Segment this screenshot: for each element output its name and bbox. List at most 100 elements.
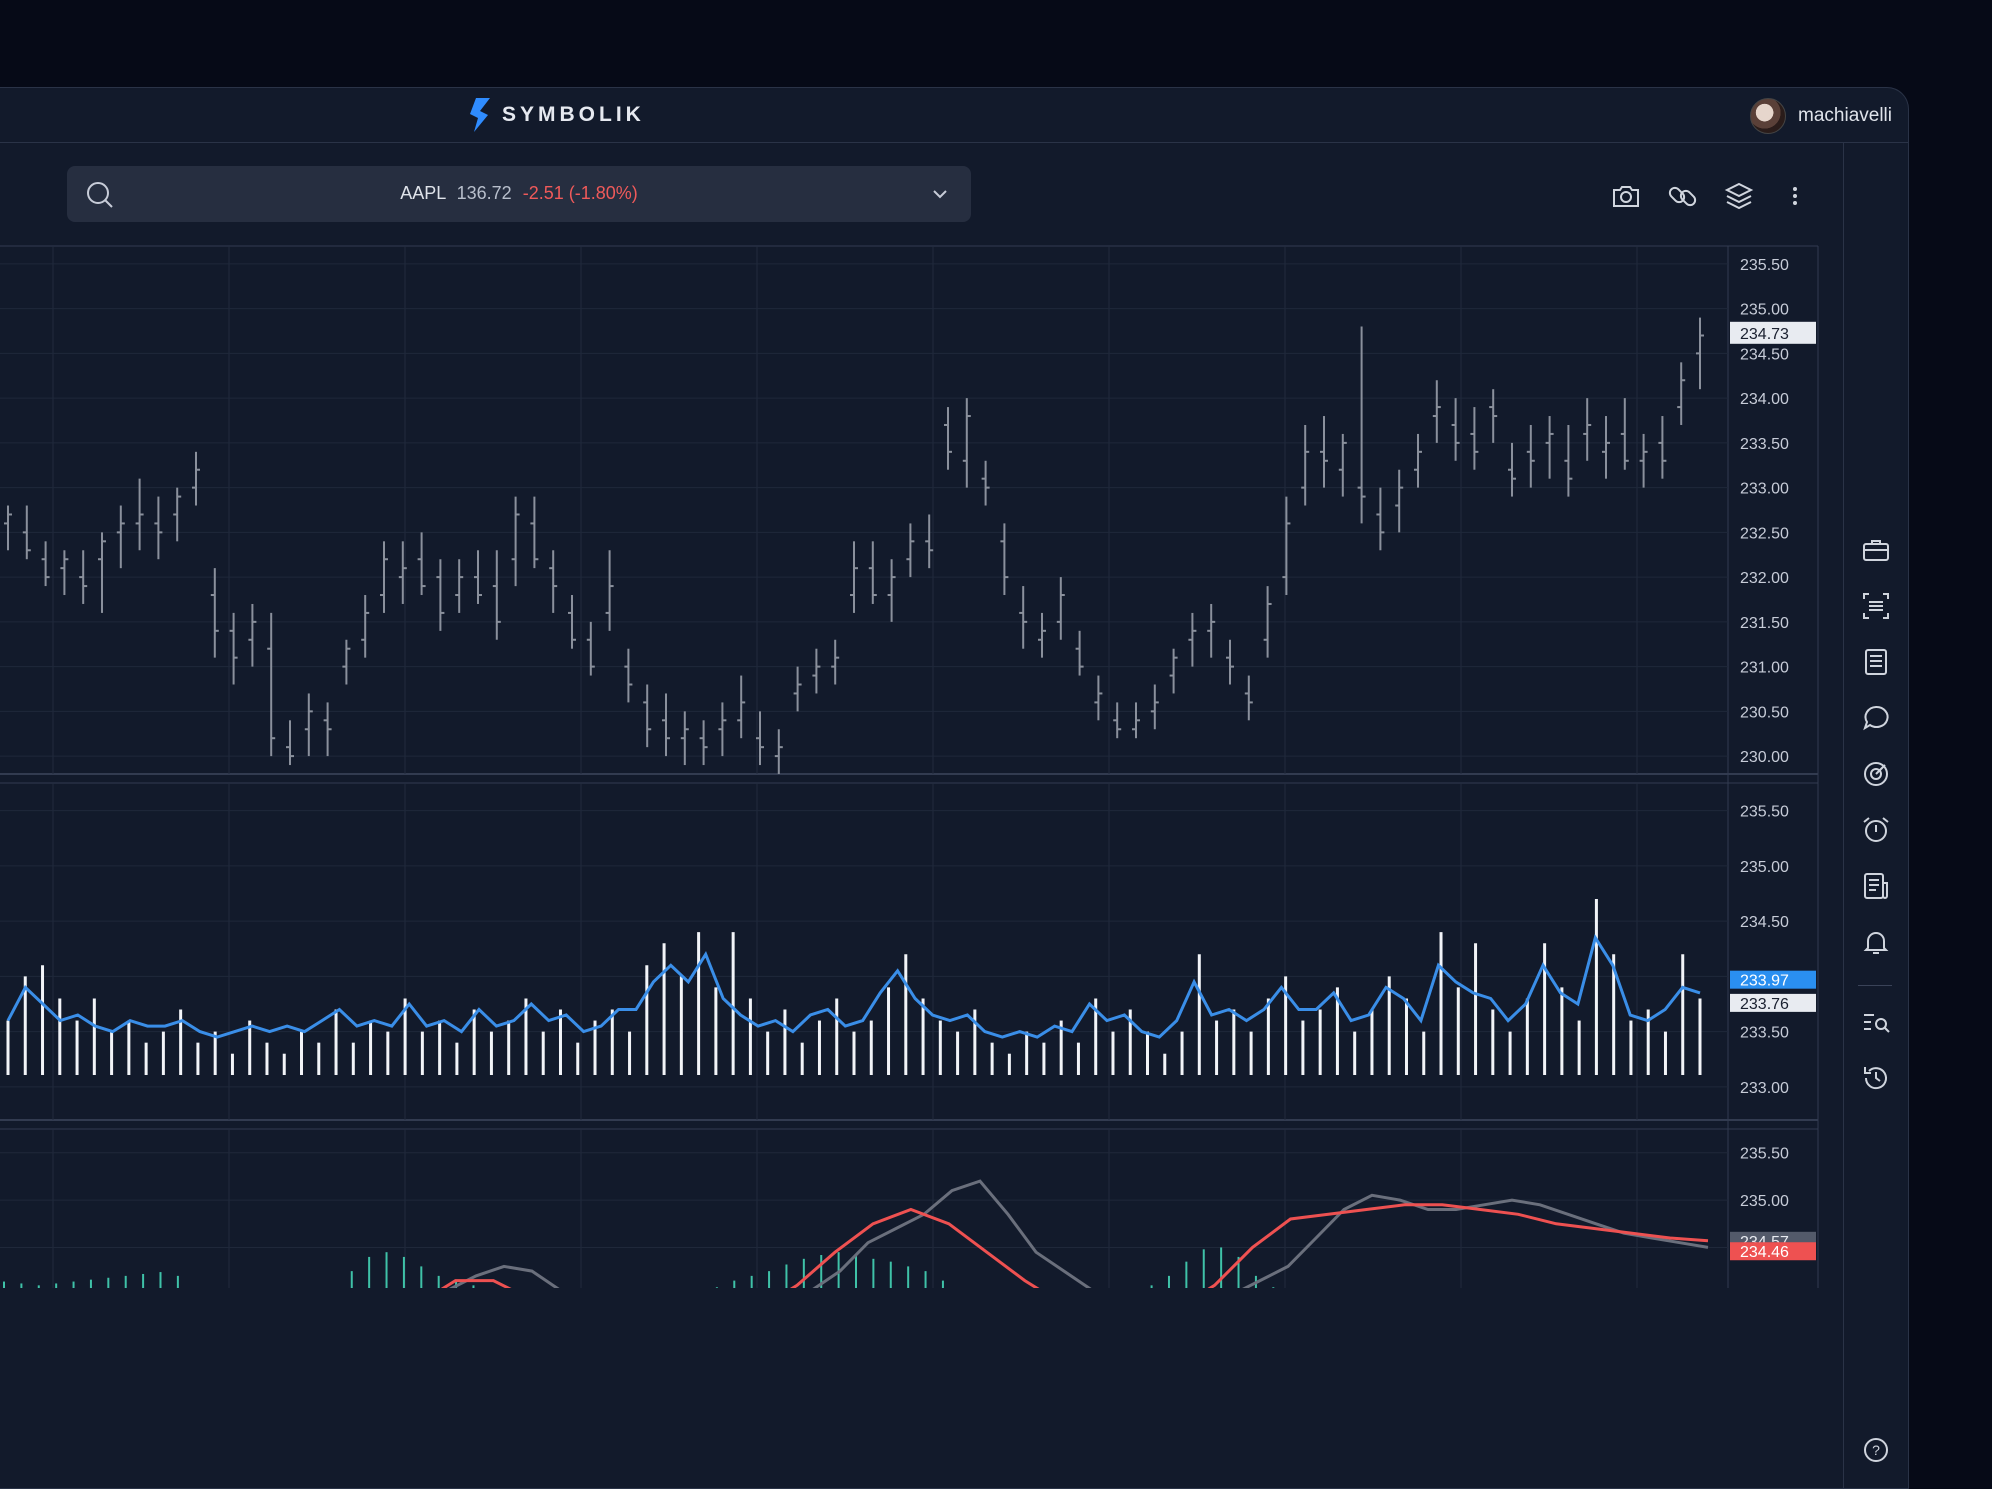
news-button[interactable] xyxy=(1858,868,1894,904)
search-list-button[interactable] xyxy=(1858,1004,1894,1040)
ohlc-bar[interactable] xyxy=(925,514,933,568)
ohlc-bar[interactable] xyxy=(869,541,877,604)
ohlc-bar[interactable] xyxy=(1188,613,1196,667)
ohlc-bar[interactable] xyxy=(117,506,125,569)
ohlc-bar[interactable] xyxy=(361,595,369,658)
ohlc-bar[interactable] xyxy=(643,685,651,748)
help-button[interactable]: ? xyxy=(1858,1432,1894,1468)
history-icon xyxy=(1861,1063,1891,1093)
ohlc-bar[interactable] xyxy=(436,559,444,631)
watchlist-button[interactable] xyxy=(1858,644,1894,680)
ohlc-bar[interactable] xyxy=(718,702,726,756)
ohlc-bar[interactable] xyxy=(1170,649,1178,694)
alarm-button[interactable] xyxy=(1858,812,1894,848)
ohlc-bar[interactable] xyxy=(399,541,407,604)
portfolio-button[interactable] xyxy=(1858,532,1894,568)
scanner-button[interactable] xyxy=(1858,588,1894,624)
ohlc-bar[interactable] xyxy=(98,532,106,613)
ohlc-bar[interactable] xyxy=(982,461,990,506)
ohlc-bar[interactable] xyxy=(1564,425,1572,497)
ohlc-bar[interactable] xyxy=(1414,434,1422,488)
ohlc-bar[interactable] xyxy=(1640,434,1648,488)
ohlc-bar[interactable] xyxy=(211,568,219,657)
ohlc-bar[interactable] xyxy=(4,506,12,551)
ohlc-bar[interactable] xyxy=(230,613,238,685)
target-button[interactable] xyxy=(1858,756,1894,792)
ohlc-bar[interactable] xyxy=(681,711,689,765)
ohlc-bar[interactable] xyxy=(1094,676,1102,721)
ohlc-bar[interactable] xyxy=(1489,389,1497,443)
ohlc-bar[interactable] xyxy=(1132,702,1140,738)
ohlc-bar[interactable] xyxy=(1583,398,1591,461)
ohlc-bar[interactable] xyxy=(1151,685,1159,730)
ohlc-bar[interactable] xyxy=(1113,702,1121,738)
ohlc-bar[interactable] xyxy=(1376,488,1384,551)
ohlc-bar[interactable] xyxy=(1621,398,1629,470)
ohlc-bar[interactable] xyxy=(342,640,350,685)
ohlc-bar[interactable] xyxy=(305,693,313,756)
ohlc-bar[interactable] xyxy=(1320,416,1328,488)
ohlc-bar[interactable] xyxy=(1658,416,1666,479)
bell-icon xyxy=(1861,927,1891,957)
ohlc-bar[interactable] xyxy=(455,559,463,613)
ohlc-bar[interactable] xyxy=(324,702,332,756)
ohlc-bar[interactable] xyxy=(737,676,745,739)
ohlc-bar[interactable] xyxy=(1433,380,1441,443)
ohlc-bar[interactable] xyxy=(812,649,820,694)
ohlc-bar[interactable] xyxy=(136,479,144,551)
ohlc-bar[interactable] xyxy=(831,640,839,685)
ohlc-bar[interactable] xyxy=(1470,407,1478,470)
ohlc-bar[interactable] xyxy=(906,523,914,577)
ohlc-bar[interactable] xyxy=(1602,416,1610,479)
ohlc-bar[interactable] xyxy=(794,667,802,712)
ohlc-bar[interactable] xyxy=(1546,416,1554,479)
document-icon xyxy=(1861,871,1891,901)
ohlc-bar[interactable] xyxy=(624,649,632,703)
ohlc-bar[interactable] xyxy=(267,613,275,756)
ohlc-bar[interactable] xyxy=(173,488,181,542)
ohlc-bar[interactable] xyxy=(42,541,50,586)
ohlc-bar[interactable] xyxy=(286,720,294,765)
y-axis-label: 234.50 xyxy=(1740,914,1789,931)
ohlc-bar[interactable] xyxy=(1057,577,1065,640)
y-axis-label: 233.50 xyxy=(1740,436,1789,453)
ohlc-bar[interactable] xyxy=(1452,398,1460,461)
ohlc-bar[interactable] xyxy=(493,550,501,639)
ohlc-bar[interactable] xyxy=(775,729,783,774)
ohlc-bar[interactable] xyxy=(1677,362,1685,425)
chart-area[interactable]: 2013201420152016201720182019202020212022… xyxy=(0,88,1820,1288)
ohlc-bar[interactable] xyxy=(700,720,708,765)
ohlc-bar[interactable] xyxy=(192,452,200,506)
ohlc-bar[interactable] xyxy=(606,550,614,631)
ohlc-bar[interactable] xyxy=(1226,640,1234,685)
ohlc-bar[interactable] xyxy=(512,497,520,586)
ohlc-bar[interactable] xyxy=(60,550,68,595)
ohlc-bar[interactable] xyxy=(1301,425,1309,506)
ohlc-bar[interactable] xyxy=(587,622,595,676)
ohlc-bar[interactable] xyxy=(1395,470,1403,533)
history-button[interactable] xyxy=(1858,1060,1894,1096)
ohlc-bar[interactable] xyxy=(1245,676,1253,721)
ohlc-bar[interactable] xyxy=(549,550,557,613)
y-axis-label: 235.00 xyxy=(1740,302,1789,319)
ohlc-bar[interactable] xyxy=(1508,443,1516,497)
ohlc-bar[interactable] xyxy=(1019,586,1027,649)
ohlc-bar[interactable] xyxy=(1527,425,1535,488)
ohlc-bar[interactable] xyxy=(248,604,256,667)
ohlc-bar[interactable] xyxy=(154,497,162,560)
ohlc-bar[interactable] xyxy=(944,407,952,470)
ohlc-bar[interactable] xyxy=(1076,631,1084,676)
ohlc-bar[interactable] xyxy=(418,532,426,595)
ohlc-bar[interactable] xyxy=(1282,497,1290,595)
ohlc-bar[interactable] xyxy=(1358,327,1366,524)
alerts-button[interactable] xyxy=(1858,924,1894,960)
chat-button[interactable] xyxy=(1858,700,1894,736)
ohlc-bar[interactable] xyxy=(1038,613,1046,658)
ohlc-bar[interactable] xyxy=(662,693,670,756)
macd-line[interactable] xyxy=(0,1181,1708,1288)
macd-signal-line[interactable] xyxy=(0,1205,1708,1288)
ohlc-bar[interactable] xyxy=(888,559,896,622)
ohlc-bar[interactable] xyxy=(1207,604,1215,658)
volume-average-line[interactable] xyxy=(8,938,1700,1037)
ohlc-bar[interactable] xyxy=(1000,523,1008,595)
